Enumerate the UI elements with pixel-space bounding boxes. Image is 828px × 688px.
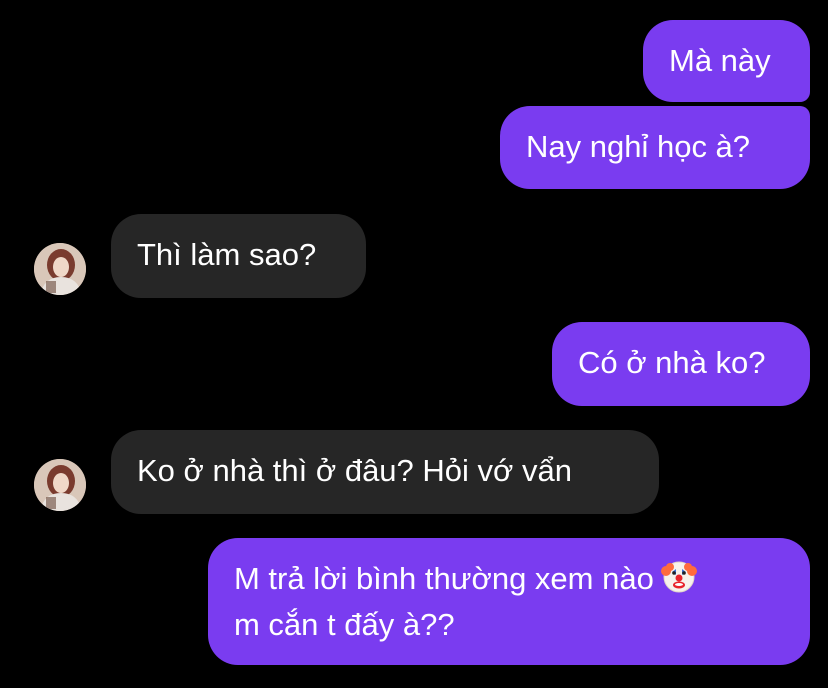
message-bubble-received[interactable]: Ko ở nhà thì ở đâu? Hỏi vớ vẩn [111,430,659,514]
message-bubble-sent[interactable]: Có ở nhà ko? [552,322,810,406]
avatar-image [34,243,86,295]
message-text: Có ở nhà ko? [578,345,766,380]
message-text: Nay nghỉ học à? [526,129,751,164]
message-bubble-sent[interactable]: M trả lời bình thường xem nào m cắn t đấ… [208,538,810,665]
message-bubble-received[interactable]: Thì làm sao? [111,214,366,298]
message-text-line: m cắn t đấy à?? [234,607,455,642]
message-text: M trả lời bình thường xem nào [234,561,654,596]
message-text-line: M trả lời bình thường xem nào [234,557,784,605]
avatar-image [34,459,86,511]
message-text: Thì làm sao? [137,237,317,272]
message-text: Ko ở nhà thì ở đâu? Hỏi vớ vẩn [137,453,572,488]
message-text: Mà này [669,43,771,78]
contact-avatar[interactable] [34,459,86,511]
message-bubble-sent[interactable]: Mà này [643,20,810,102]
clown-face-icon [660,557,698,605]
message-bubble-sent[interactable]: Nay nghỉ học à? [500,106,810,189]
contact-avatar[interactable] [34,243,86,295]
